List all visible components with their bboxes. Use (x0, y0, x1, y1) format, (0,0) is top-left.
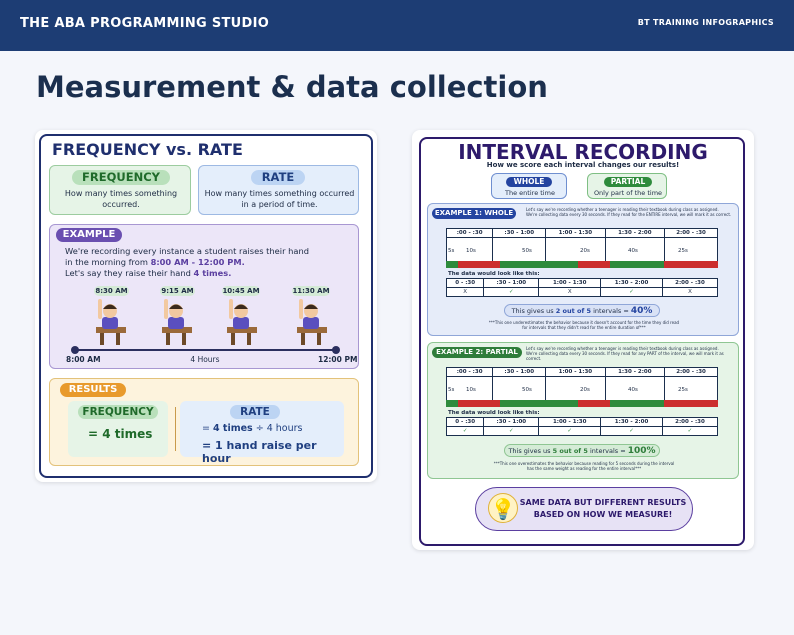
rate-calculation: = 4 times ÷ 4 hours (202, 423, 303, 434)
header-tag: BT TRAINING INFOGRAPHICS (637, 18, 774, 27)
page-title: Measurement & data collection (36, 70, 548, 104)
whole-result: This gives us 2 out of 5 intervals = 40% (504, 304, 660, 317)
reading-bar (446, 261, 718, 268)
results-frequency: FREQUENCY = 4 times (68, 401, 168, 457)
duration-label: 10s (466, 248, 476, 254)
example-whole-desc: Let's say we're recording whether a teen… (526, 207, 732, 217)
timeline-duration: 4 Hours (190, 355, 220, 364)
student-icon (227, 299, 257, 345)
partial-data-table: 0 - :30:30 - 1:00 1:00 - 1:30 1:30 - 2:00 2… (445, 417, 719, 436)
results-divider (175, 407, 176, 451)
frequency-label: FREQUENCY (72, 170, 170, 185)
results-label: RESULTS (60, 383, 126, 397)
whole-data-table: 0 - :30:30 - 1:00 1:00 - 1:30 1:30 - 2:00 2… (445, 278, 719, 297)
timeline-line (74, 349, 336, 351)
student-illustrations (96, 299, 327, 345)
brand-name: THE ABA PROGRAMMING STUDIO (20, 16, 270, 31)
interval-recording-infographic[interactable]: INTERVAL RECORDING How we score each int… (412, 130, 754, 550)
partial-label: PARTIAL (604, 177, 652, 187)
rate-result: = 1 hand raise per hour (202, 439, 317, 465)
reading-bar (446, 400, 718, 407)
infographic-title: FREQUENCY vs. RATE (52, 140, 243, 159)
partial-desc: Only part of the time (593, 189, 663, 197)
whole-note: ***This one underestimates the behavior … (488, 320, 680, 330)
frequency-desc-2: occurred. (102, 200, 140, 209)
results-box: RESULTS FREQUENCY = 4 times RATE = 4 tim… (49, 378, 359, 466)
duration-label: 50s (522, 387, 532, 393)
lightbulb-icon: 💡 (488, 493, 518, 523)
whole-desc: The entire time (505, 189, 555, 197)
duration-label: 25s (678, 248, 688, 254)
rate-box: RATE How many times something occurred i… (198, 165, 359, 215)
example-whole-label: EXAMPLE 1: WHOLE (432, 208, 516, 219)
example-text-3: Let's say they raise their hand 4 times. (65, 268, 232, 278)
student-icon (162, 299, 192, 345)
time-label: 10:45 AM (222, 286, 260, 296)
timeline-end: 12:00 PM (318, 355, 358, 364)
duration-label: 40s (628, 248, 638, 254)
timeline-end-dot (332, 346, 340, 354)
time-label: 11:30 AM (292, 286, 330, 296)
rate-desc-2: in a period of time. (241, 200, 318, 209)
summary-line-2: BASED ON HOW WE MEASURE! (533, 510, 673, 519)
time-label: 9:15 AM (160, 286, 195, 296)
timeline-start: 8:00 AM (66, 355, 101, 364)
example-partial-label: EXAMPLE 2: PARTIAL (432, 347, 522, 358)
example-text-1: We're recording every instance a student… (65, 246, 310, 256)
duration-label: 25s (678, 387, 688, 393)
rate-label: RATE (251, 170, 305, 185)
frequency-desc: How many times something (64, 189, 178, 198)
results-rate-label: RATE (230, 405, 280, 419)
student-icon (96, 299, 126, 345)
partial-result: This gives us 5 out of 5 intervals = 100… (504, 444, 660, 457)
time-label: 8:30 AM (94, 286, 129, 296)
example-text-2: in the morning from 8:00 AM - 12:00 PM. (65, 257, 245, 267)
partial-note: ***This one overestimates the behavior b… (493, 461, 675, 471)
summary-line-1: SAME DATA BUT DIFFERENT RESULTS (519, 498, 687, 507)
whole-box: WHOLE The entire time (491, 173, 567, 199)
example-partial-box: EXAMPLE 2: PARTIAL Let's say we're recor… (427, 342, 739, 479)
student-icon (297, 299, 327, 345)
duration-label: 20s (580, 387, 590, 393)
summary-banner: 💡 SAME DATA BUT DIFFERENT RESULTS BASED … (475, 487, 693, 531)
example-label: EXAMPLE (56, 228, 122, 242)
example-whole-box: EXAMPLE 1: WHOLE Let's say we're recordi… (427, 203, 739, 336)
example-partial-desc: Let's say we're recording whether a teen… (526, 346, 724, 361)
rate-desc: How many times something occurred (204, 189, 355, 198)
duration-label: 5s (448, 248, 455, 254)
duration-label: 10s (466, 387, 476, 393)
interval-header-table: :00 - :30:30 - 1:00 1:00 - 1:30 1:30 - 2:0… (445, 367, 718, 401)
partial-box: PARTIAL Only part of the time (587, 173, 667, 199)
interval-header-table: :00 - :30:30 - 1:00 1:00 - 1:30 1:30 - 2:0… (445, 228, 718, 262)
top-bar: THE ABA PROGRAMMING STUDIO BT TRAINING I… (0, 0, 794, 51)
frequency-rate-infographic[interactable]: FREQUENCY vs. RATE FREQUENCY How many ti… (35, 130, 377, 482)
whole-label: WHOLE (506, 177, 552, 187)
duration-label: 20s (580, 248, 590, 254)
frequency-result: = 4 times (88, 427, 153, 441)
duration-label: 50s (522, 248, 532, 254)
results-frequency-label: FREQUENCY (78, 405, 158, 419)
duration-label: 5s (448, 387, 455, 393)
timeline-start-dot (71, 346, 79, 354)
frequency-box: FREQUENCY How many times something occur… (49, 165, 191, 215)
interval-subtitle: How we score each interval changes our r… (486, 161, 680, 169)
results-rate: RATE = 4 times ÷ 4 hours = 1 hand raise … (180, 401, 344, 465)
data-label: The data would look like this: (448, 410, 540, 416)
example-box: EXAMPLE We're recording every instance a… (49, 224, 359, 369)
data-label: The data would look like this: (448, 271, 540, 277)
duration-label: 40s (628, 387, 638, 393)
